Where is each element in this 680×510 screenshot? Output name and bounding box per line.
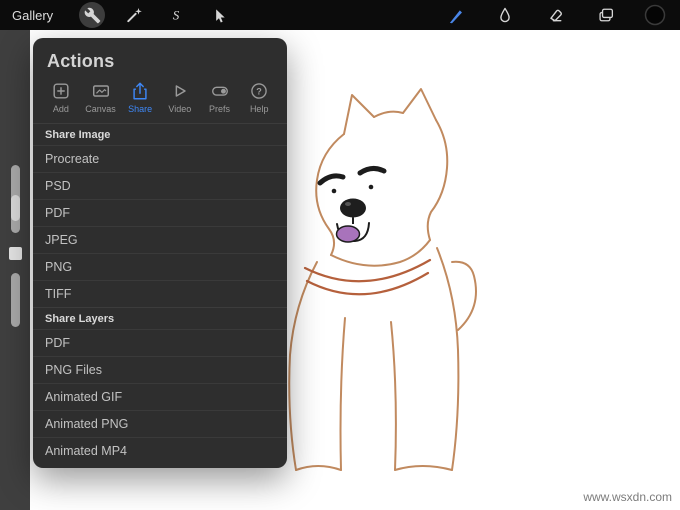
actions-wrench-icon[interactable] [79, 2, 106, 28]
top-toolbar: Gallery S [0, 0, 680, 30]
share-option-tiff[interactable]: TIFF [33, 280, 287, 307]
share-option-animated-mp4[interactable]: Animated MP4 [33, 437, 287, 464]
actions-panel: Actions Add Canvas Share Video Prefs? Help Sh… [33, 38, 287, 468]
transform-icon[interactable] [205, 2, 231, 28]
selection-icon[interactable]: S [163, 2, 189, 28]
brush-size-handle[interactable] [10, 195, 20, 221]
gallery-button[interactable]: Gallery [12, 8, 53, 23]
tab-prefs[interactable]: Prefs [200, 81, 240, 114]
canvas-icon [92, 85, 109, 97]
svg-text:S: S [173, 8, 180, 23]
tab-label: Canvas [85, 104, 116, 114]
share-option-png-files[interactable]: PNG Files [33, 356, 287, 383]
help-icon: ? [251, 83, 267, 99]
brush-size-slider[interactable] [10, 165, 20, 233]
panel-title: Actions [47, 51, 115, 71]
tab-video[interactable]: Video [160, 81, 200, 114]
share-option-pdf[interactable]: PDF [33, 329, 287, 356]
section-header-share-image: Share Image [33, 123, 287, 145]
share-option-png[interactable]: PNG [33, 253, 287, 280]
section-header-share-layers: Share Layers [33, 307, 287, 329]
tab-add[interactable]: Add [41, 81, 81, 114]
video-icon [175, 85, 186, 97]
share-option-pdf[interactable]: PDF [33, 199, 287, 226]
opacity-slider[interactable] [10, 273, 20, 327]
share-option-jpeg[interactable]: JPEG [33, 226, 287, 253]
tab-help[interactable]: ? Help [239, 81, 279, 114]
procreate-app: www.wsxdn.com Gallery S Actions Add Canv… [0, 0, 680, 510]
add-icon [53, 83, 69, 99]
tab-canvas[interactable]: Canvas [81, 81, 121, 114]
tab-label: Prefs [209, 104, 231, 114]
prefs-icon [211, 86, 228, 96]
smudge-icon[interactable] [492, 2, 518, 28]
tab-share[interactable]: Share [120, 81, 160, 114]
svg-text:?: ? [256, 86, 262, 96]
share-options-list: Share Image Procreate PSD PDF JPEG PNG TIFF Sha… [33, 123, 287, 464]
panel-tabs: Add Canvas Share Video Prefs? Help [33, 81, 287, 123]
share-option-psd[interactable]: PSD [33, 172, 287, 199]
tab-label: Share [128, 104, 153, 114]
paint-brush-icon[interactable] [442, 2, 468, 28]
share-option-animated-gif[interactable]: Animated GIF [33, 383, 287, 410]
color-swatch[interactable] [642, 2, 668, 28]
eraser-icon[interactable] [542, 2, 568, 28]
share-icon [133, 82, 147, 100]
sidebar-sliders [0, 165, 30, 327]
tab-label: Help [249, 104, 269, 114]
tab-label: Add [52, 104, 69, 114]
adjustments-icon[interactable] [121, 2, 147, 28]
modify-button[interactable] [8, 247, 22, 260]
share-option-animated-png[interactable]: Animated PNG [33, 410, 287, 437]
share-option-procreate[interactable]: Procreate [33, 145, 287, 172]
watermark: www.wsxdn.com [583, 490, 672, 504]
layers-icon[interactable] [592, 2, 618, 28]
tab-label: Video [168, 104, 192, 114]
